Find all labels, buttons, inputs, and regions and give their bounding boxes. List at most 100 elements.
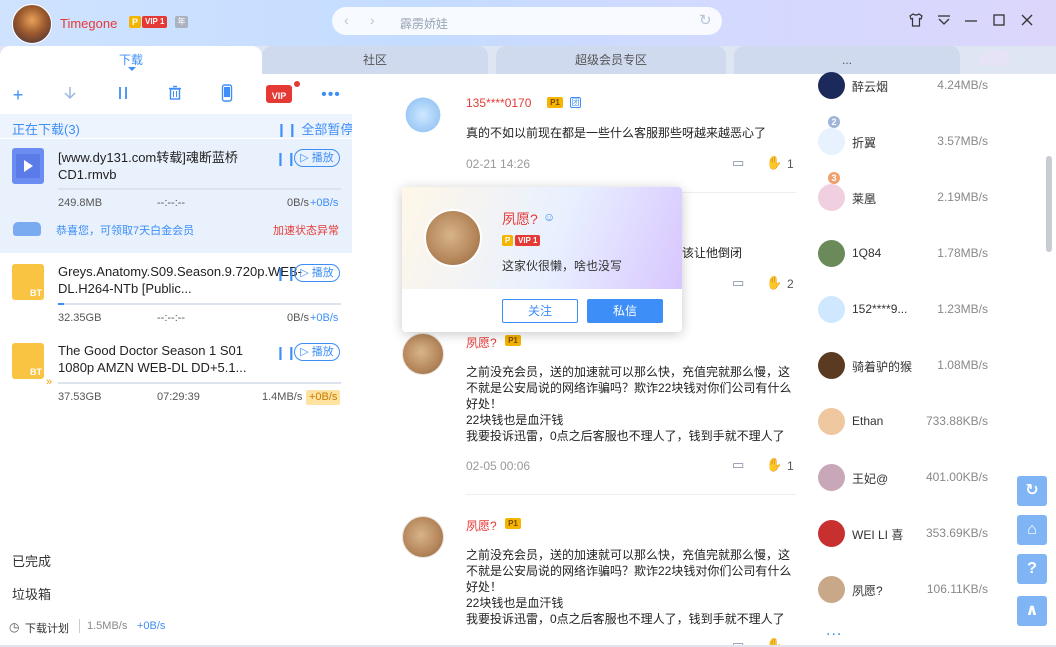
clock-icon: ◷	[9, 620, 20, 634]
menu-icon[interactable]	[935, 12, 953, 30]
task-play-button[interactable]: ▷ 播放	[294, 264, 340, 282]
comment-text: 之前没充会员，送的加速就可以那么快，充值完就那么慢，这不就是公安局说的网络诈骗吗…	[466, 548, 792, 626]
ranking-avatar[interactable]	[818, 128, 845, 155]
refresh-icon[interactable]: ↻	[699, 11, 712, 29]
downloading-title[interactable]: 正在下载(3)	[12, 119, 80, 138]
ranking-avatar[interactable]	[818, 352, 845, 379]
minimize-icon[interactable]	[962, 12, 980, 30]
promo-link[interactable]: 恭喜您，可领取7天白金会员	[56, 222, 194, 238]
sidebar-item-trash[interactable]: 垃圾箱	[12, 584, 51, 603]
ranking-speed: 4.24MB/s	[937, 78, 988, 92]
ranking-avatar[interactable]	[818, 408, 845, 435]
more-icon[interactable]: •••	[320, 84, 342, 106]
plus-icon[interactable]: +	[7, 84, 29, 106]
scrollbar-thumb[interactable]	[1046, 156, 1052, 252]
pause-all-button[interactable]: ❙❙ 全部暂停	[276, 119, 353, 138]
ranking-name[interactable]: 醉云烟	[852, 78, 888, 95]
task-name[interactable]: [www.dy131.com转载]魂断蓝桥CD1.rmvb	[58, 149, 268, 183]
ranking-name[interactable]: WEI LI 喜	[852, 526, 903, 543]
trash-icon[interactable]	[164, 84, 186, 106]
total-speed: 1.5MB/s	[87, 620, 128, 632]
ranking-name[interactable]: 夙愿?	[852, 582, 883, 599]
p1-badge: P1	[505, 335, 521, 346]
bt-label: BT	[30, 367, 42, 377]
commenter-avatar[interactable]	[402, 333, 444, 375]
ranking-avatar[interactable]	[818, 184, 845, 211]
refresh-icon[interactable]: ↻	[1017, 476, 1047, 506]
like-icon[interactable]: ✋	[766, 457, 782, 473]
phone-icon[interactable]	[216, 84, 238, 106]
video-file-icon	[12, 148, 44, 184]
home-icon[interactable]: ⌂	[1017, 515, 1047, 545]
ranking-speed: 2.19MB/s	[937, 190, 988, 204]
comment-text: 该让他倒闭	[682, 246, 743, 260]
search-input[interactable]	[332, 7, 722, 35]
ranking-name[interactable]: 莱凰	[852, 190, 876, 207]
tab-super-vip[interactable]: 超级会员专区	[496, 46, 726, 74]
ranking-avatar[interactable]	[818, 72, 845, 99]
tshirt-icon[interactable]	[907, 12, 925, 30]
ranking-name[interactable]: 1Q84	[852, 246, 881, 260]
pause-all-label: 全部暂停	[301, 122, 354, 137]
commenter-avatar[interactable]	[402, 516, 444, 558]
help-icon[interactable]: ?	[1017, 554, 1047, 584]
task-play-button[interactable]: ▷ 播放	[294, 343, 340, 361]
ranking-name[interactable]: 152****9...	[852, 302, 907, 316]
task-size: 37.53GB	[58, 391, 102, 403]
reply-icon[interactable]: ▭	[732, 275, 744, 291]
task-name[interactable]: The Good Doctor Season 1 S01 1080p AMZN …	[58, 342, 268, 376]
reply-icon[interactable]: ▭	[732, 457, 744, 473]
follow-button[interactable]: 关注	[502, 299, 578, 323]
popup-username[interactable]: 夙愿?	[502, 209, 538, 229]
pause-icon[interactable]	[112, 84, 134, 106]
vip-badge[interactable]: VIP 1	[142, 16, 168, 28]
ranking-speed: 106.11KB/s	[926, 582, 988, 596]
popup-bio: 这家伙很懒，啥也没写	[502, 259, 623, 273]
ranking-name[interactable]: 骑着驴的猴	[852, 358, 912, 375]
commenter-name[interactable]: 夙愿?	[466, 334, 497, 351]
reply-icon[interactable]: ▭	[732, 155, 744, 171]
ranking-name[interactable]: 折翼	[852, 134, 876, 151]
like-icon[interactable]: ✋	[766, 155, 782, 171]
message-button[interactable]: 私信	[587, 299, 663, 323]
ranking-speed: 1.08MB/s	[937, 358, 988, 372]
back-to-top-icon[interactable]: ∧	[1017, 596, 1047, 626]
maximize-icon[interactable]	[990, 12, 1008, 30]
commenter-avatar[interactable]	[402, 96, 444, 138]
commenter-name[interactable]: 135****0170	[466, 96, 531, 110]
notification-dot	[294, 81, 300, 87]
download-plan-link[interactable]: 下载计划	[25, 620, 69, 636]
p1-badge: P1	[505, 518, 521, 529]
ranking-name[interactable]: Ethan	[852, 414, 883, 428]
task-speed: 0B/s	[287, 197, 310, 209]
ranking-avatar[interactable]	[818, 464, 845, 491]
ranking-name[interactable]: 王妃@	[852, 470, 888, 487]
chevron-left-icon[interactable]: ‹	[344, 12, 349, 28]
task-play-button[interactable]: ▷ 播放	[294, 149, 340, 167]
close-icon[interactable]	[1018, 12, 1036, 30]
boost-status[interactable]: 加速状态异常	[273, 222, 339, 238]
vip-icon[interactable]: VIP	[266, 85, 292, 103]
ranking-avatar[interactable]	[818, 576, 845, 603]
task-name[interactable]: Greys.Anatomy.S09.Season.9.720p.WEB-DL.H…	[58, 263, 302, 297]
popup-avatar[interactable]	[424, 209, 482, 267]
popup-p-badge: P	[502, 235, 513, 246]
ranking-avatar[interactable]	[818, 520, 845, 547]
search-text[interactable]: 霹雳娇娃	[400, 15, 448, 32]
more-icon[interactable]: ...	[826, 622, 842, 640]
commenter-name[interactable]: 夙愿?	[466, 517, 497, 534]
sidebar-item-completed[interactable]: 已完成	[12, 551, 51, 570]
like-icon[interactable]: ✋	[766, 275, 782, 291]
tab-more[interactable]: ...	[734, 46, 960, 74]
ranking-avatar[interactable]	[818, 296, 845, 323]
download-icon[interactable]	[59, 84, 81, 106]
username[interactable]: Timegone	[60, 16, 117, 31]
ranking-speed: 401.00KB/s	[925, 470, 988, 484]
tab-community[interactable]: 社区	[262, 46, 488, 74]
new-tab-button[interactable]	[980, 50, 1010, 66]
user-icon: ☺	[543, 210, 556, 224]
chevron-right-icon[interactable]: ›	[370, 12, 375, 28]
user-avatar[interactable]	[12, 4, 52, 44]
ranking-avatar[interactable]	[818, 240, 845, 267]
task-time: --:--:--	[157, 197, 186, 209]
